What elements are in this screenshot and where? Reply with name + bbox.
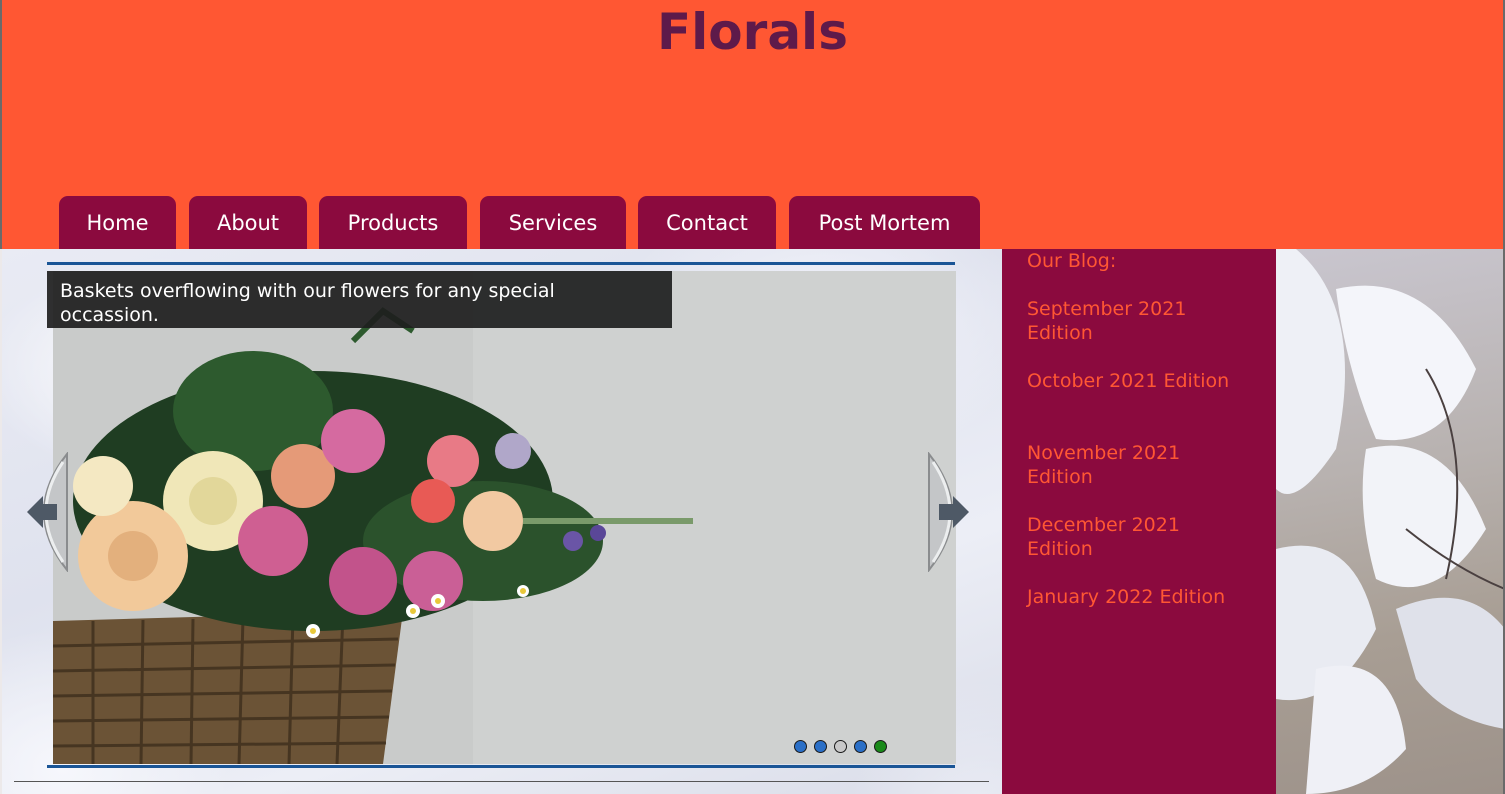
- slider-dot[interactable]: [794, 740, 807, 753]
- blog-link-november-2021[interactable]: November 2021 Edition: [1027, 441, 1247, 489]
- blog-link-september-2021[interactable]: September 2021 Edition: [1027, 297, 1247, 345]
- slider-prev-arrow-icon[interactable]: [21, 451, 69, 573]
- slide-caption: Baskets overflowing with our flowers for…: [47, 271, 672, 328]
- main-content: Baskets overflowing with our flowers for…: [2, 249, 1002, 794]
- slider-dots: [794, 740, 887, 756]
- site-header: Florals Home About Products Services Con…: [0, 0, 1505, 249]
- blog-sidebar: Our Blog: September 2021 Edition October…: [1002, 249, 1276, 794]
- blog-link-january-2022[interactable]: January 2022 Edition: [1027, 585, 1247, 609]
- blog-heading: Our Blog:: [1027, 250, 1117, 272]
- nav-tab-post-mortem[interactable]: Post Mortem: [789, 196, 980, 249]
- slider-dot[interactable]: [854, 740, 867, 753]
- slider-dot[interactable]: [814, 740, 827, 753]
- nav-tab-home[interactable]: Home: [59, 196, 176, 249]
- slider-next-arrow-icon[interactable]: [927, 451, 975, 573]
- flower-basket-illustration: [53, 271, 956, 764]
- site-title: Florals: [657, 3, 848, 61]
- decorative-flower-panel: [1276, 249, 1505, 794]
- nav-tab-products[interactable]: Products: [319, 196, 467, 249]
- nav-tab-contact[interactable]: Contact: [638, 196, 776, 249]
- content-divider: [14, 781, 989, 782]
- slider-dot[interactable]: [834, 740, 847, 753]
- slider-dot-active[interactable]: [874, 740, 887, 753]
- nav-tab-about[interactable]: About: [189, 196, 307, 249]
- blog-link-october-2021[interactable]: October 2021 Edition: [1027, 369, 1247, 393]
- slide-image-flower-basket: [53, 271, 956, 764]
- white-petals-illustration: [1276, 249, 1503, 794]
- blog-link-december-2021[interactable]: December 2021 Edition: [1027, 513, 1247, 561]
- nav-tab-services[interactable]: Services: [480, 196, 626, 249]
